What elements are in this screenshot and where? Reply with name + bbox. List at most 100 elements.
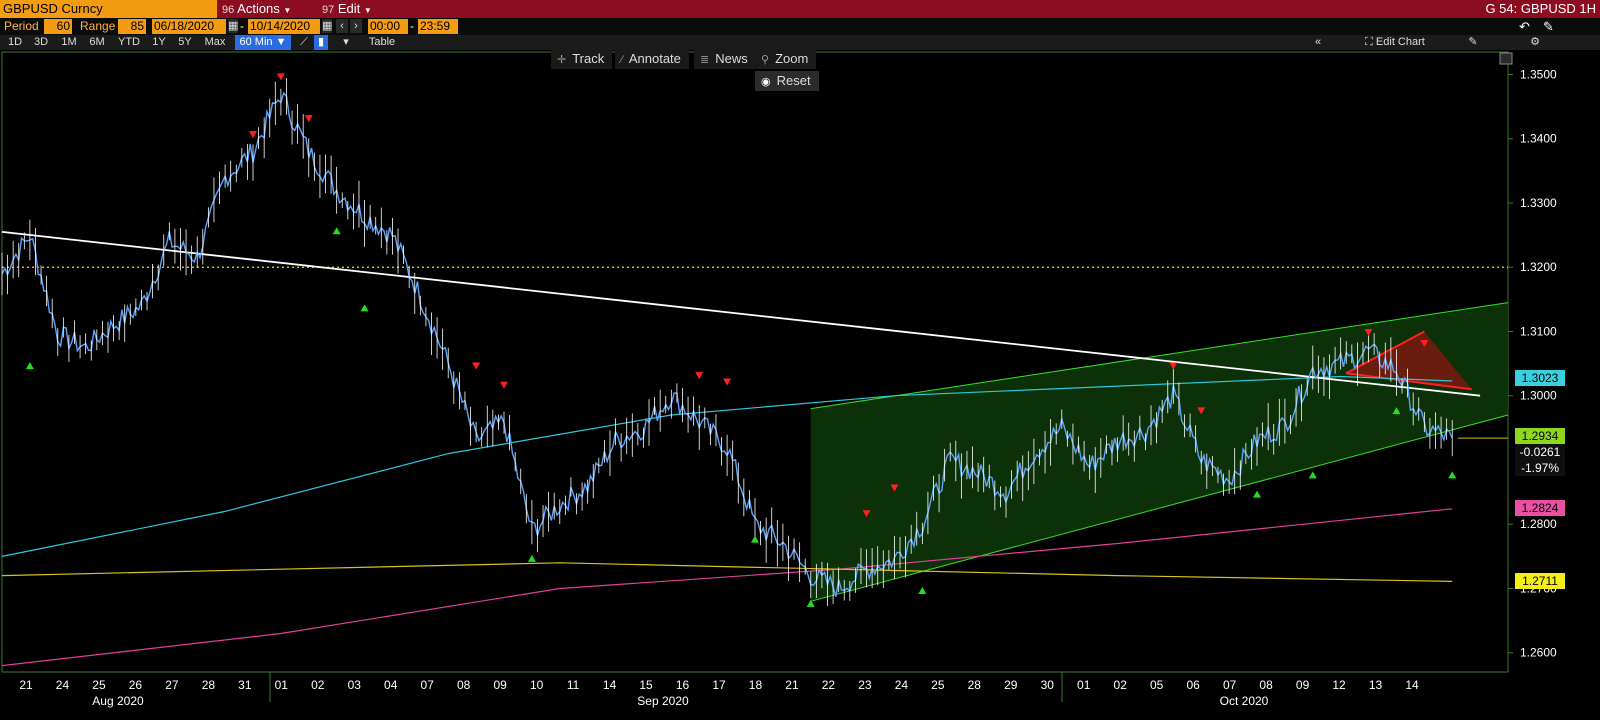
period-field[interactable]: 60 xyxy=(44,19,72,34)
x-tick-label: 08 xyxy=(1259,678,1273,692)
x-tick-label: 05 xyxy=(1150,678,1164,692)
pivot-low-marker xyxy=(332,227,341,235)
end-time-field[interactable]: 23:59 xyxy=(418,19,458,34)
collapse-left-icon[interactable]: « xyxy=(1310,35,1326,50)
x-tick-label: 28 xyxy=(968,678,982,692)
range-1y[interactable]: 1Y xyxy=(148,35,170,50)
cyan-ma-tag: 1.3023 xyxy=(1515,370,1565,386)
pivot-high-marker xyxy=(276,73,285,81)
calendar-icon[interactable]: ▦ xyxy=(322,19,332,33)
change-pct-tag: -1.97% xyxy=(1515,460,1565,476)
chevron-down-icon[interactable]: ▾ xyxy=(340,35,352,50)
x-tick-label: 24 xyxy=(56,678,70,692)
pivot-high-marker xyxy=(500,381,508,389)
x-tick-label: 14 xyxy=(1405,678,1419,692)
pivot-low-marker xyxy=(360,304,369,312)
x-tick-label: 08 xyxy=(457,678,471,692)
arrow-left-icon[interactable]: ‹ xyxy=(336,19,348,33)
range-ytd[interactable]: YTD xyxy=(114,35,144,50)
annotate-button[interactable]: ∕ Annotate xyxy=(615,49,689,69)
settings-icon[interactable]: ✎ xyxy=(1543,18,1554,36)
range-1m[interactable]: 1M xyxy=(58,35,80,50)
annotate-icon: ∕ xyxy=(621,54,623,66)
y-tick-label: 1.3400 xyxy=(1520,132,1557,146)
x-tick-label: 18 xyxy=(749,678,763,692)
calendar-icon[interactable]: ▦ xyxy=(228,19,238,33)
pivot-low-marker xyxy=(918,587,927,595)
x-tick-label: 15 xyxy=(639,678,653,692)
news-label: News xyxy=(715,51,748,66)
end-date-field[interactable]: 10/14/2020 xyxy=(248,19,320,34)
edit-chart-button[interactable]: ⛶ Edit Chart xyxy=(1350,35,1440,50)
x-tick-label: 29 xyxy=(1004,678,1018,692)
pivot-low-marker xyxy=(1308,471,1317,479)
edit-number: 97 xyxy=(322,4,335,16)
line-chart-icon[interactable]: ⟋ xyxy=(296,35,312,50)
x-tick-label: 28 xyxy=(202,678,216,692)
pencil-icon[interactable]: ✎ xyxy=(1466,35,1480,50)
x-tick-label: 27 xyxy=(165,678,179,692)
x-tick-label: 25 xyxy=(92,678,106,692)
x-tick-label: 24 xyxy=(895,678,909,692)
month-label: Aug 2020 xyxy=(92,694,144,708)
x-tick-label: 04 xyxy=(384,678,398,692)
month-label: Oct 2020 xyxy=(1220,694,1269,708)
pivot-high-marker xyxy=(249,131,257,139)
range-5y[interactable]: 5Y xyxy=(174,35,196,50)
yellow-ma-tag: 1.2711 xyxy=(1515,573,1565,589)
pivot-low-marker xyxy=(527,554,536,562)
x-tick-label: 17 xyxy=(712,678,726,692)
undo-icon[interactable]: ↶ xyxy=(1519,18,1530,36)
edit-menu[interactable]: 97 Edit ▼ xyxy=(322,0,392,18)
date-separator: - xyxy=(240,19,244,33)
pivot-high-marker xyxy=(723,378,732,386)
range-field[interactable]: 85 xyxy=(118,19,146,34)
x-tick-label: 02 xyxy=(1114,678,1128,692)
magenta-moving-average xyxy=(1,508,1453,667)
pivot-high-marker xyxy=(695,372,704,380)
change-tag: -0.0261 xyxy=(1515,444,1565,460)
x-tick-label: 03 xyxy=(348,678,362,692)
period-label: Period xyxy=(4,19,39,33)
start-date-field[interactable]: 06/18/2020 xyxy=(152,19,226,34)
range-max[interactable]: Max xyxy=(202,35,228,50)
edit-chart-icon: ⛶ xyxy=(1365,36,1373,48)
price-chart[interactable]: 1.3500 1.3400 1.3300 1.3200 1.3100 1.3000 1.28… xyxy=(0,50,1600,720)
x-tick-label: 12 xyxy=(1332,678,1346,692)
range-6m[interactable]: 6M xyxy=(86,35,108,50)
range-selected-label: 60 Min xyxy=(239,36,273,48)
start-time-field[interactable]: 00:00 xyxy=(368,19,408,34)
reset-icon: ◉ xyxy=(761,76,771,88)
month-label: Sep 2020 xyxy=(637,694,689,708)
news-icon: ≣ xyxy=(700,54,710,66)
magenta-ma-tag: 1.2824 xyxy=(1515,500,1565,516)
news-button[interactable]: ≣ News xyxy=(694,49,756,69)
bar-chart-icon[interactable]: ▮ xyxy=(314,35,328,50)
x-tick-label: 31 xyxy=(238,678,252,692)
x-tick-label: 07 xyxy=(1223,678,1237,692)
x-tick-label: 21 xyxy=(19,678,33,692)
track-button[interactable]: ✛ Track xyxy=(551,49,613,69)
x-tick-label: 13 xyxy=(1369,678,1383,692)
arrow-right-icon[interactable]: › xyxy=(350,19,362,33)
gear-icon[interactable]: ⚙ xyxy=(1528,35,1542,50)
range-1d[interactable]: 1D xyxy=(4,35,26,50)
magnifier-icon: ⚲ xyxy=(761,54,770,66)
reset-button[interactable]: ◉ Reset xyxy=(755,71,819,91)
pivot-low-marker xyxy=(751,535,759,543)
range-3d[interactable]: 3D xyxy=(30,35,52,50)
pivot-low-marker xyxy=(1253,490,1261,498)
last-price-tag: 1.2934 xyxy=(1515,428,1565,444)
y-tick-label: 1.2800 xyxy=(1520,517,1557,531)
x-tick-label: 30 xyxy=(1041,678,1055,692)
pivot-low-marker xyxy=(1448,471,1457,479)
x-tick-label: 06 xyxy=(1186,678,1200,692)
ticker-field[interactable]: GBPUSD Curncy xyxy=(0,0,217,18)
table-button[interactable]: Table xyxy=(362,35,402,50)
range-60min-dropdown[interactable]: 60 Min ▼ xyxy=(235,35,291,50)
actions-menu[interactable]: 96 Actions ▼ xyxy=(222,0,306,18)
pivot-low-marker xyxy=(25,362,34,370)
y-tick-label: 1.2600 xyxy=(1520,646,1557,660)
zoom-button[interactable]: ⚲ Zoom xyxy=(755,49,817,69)
y-tick-label: 1.3500 xyxy=(1520,67,1557,81)
